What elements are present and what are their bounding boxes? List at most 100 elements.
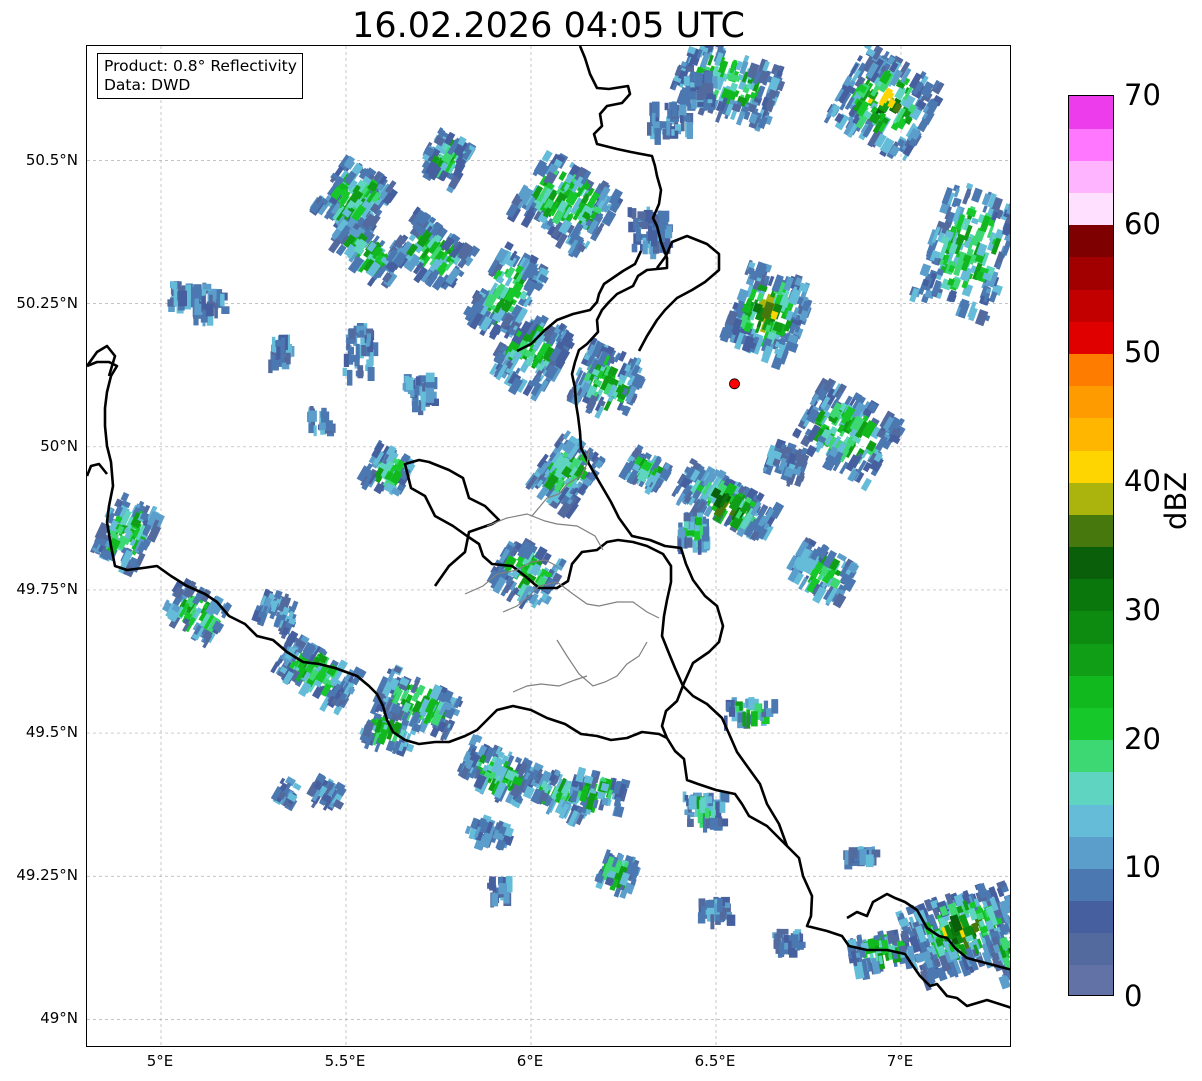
echo-cluster <box>356 439 416 497</box>
echo-cell <box>710 914 715 930</box>
echo-cluster <box>823 46 945 162</box>
echo-cluster <box>464 814 515 851</box>
echo-cell <box>683 76 690 86</box>
colorbar-tick-label: 30 <box>1124 592 1161 627</box>
echo-cell <box>1009 967 1010 978</box>
echo-cell <box>726 914 736 926</box>
echo-cell <box>728 706 735 717</box>
echo-cell <box>346 338 355 344</box>
colorbar-swatch <box>1069 868 1113 902</box>
echo-cell <box>402 383 407 391</box>
colorbar-swatch <box>1069 514 1113 548</box>
map-title: 16.02.2026 04:05 UTC <box>352 6 745 46</box>
echo-cell <box>651 112 656 125</box>
colorbar-tick-label: 10 <box>1124 850 1161 885</box>
echo-cell <box>421 392 427 399</box>
product-info-box: Product: 0.8° Reflectivity Data: DWD <box>97 53 303 99</box>
echo-cell <box>414 385 420 396</box>
colorbar-swatch <box>1069 836 1113 869</box>
echo-cluster <box>772 928 806 958</box>
echo-cell <box>661 223 667 229</box>
echo-cell <box>746 712 751 729</box>
echo-cluster <box>843 846 881 870</box>
lon-tick-label: 5.5°E <box>324 1052 366 1070</box>
echo-cluster <box>342 323 379 386</box>
echo-cell <box>367 367 375 381</box>
colorbar-swatch <box>1069 675 1113 708</box>
echo-cell <box>709 817 718 830</box>
colorbar-tick-label: 40 <box>1124 464 1161 499</box>
echo-cluster <box>909 182 1010 327</box>
echo-cluster <box>192 282 230 327</box>
echo-cell <box>669 102 677 110</box>
colorbar-unit-label: dBZ <box>1159 471 1193 530</box>
echo-cell <box>779 942 785 958</box>
lu-canton-line <box>512 675 588 693</box>
echo-cell <box>698 898 706 908</box>
echo-cell <box>415 376 421 386</box>
echo-cell <box>205 303 214 316</box>
echo-cell <box>690 91 696 100</box>
echo-cell <box>170 281 178 288</box>
echo-cell <box>120 491 130 502</box>
echo-cluster <box>359 710 422 757</box>
echo-cell <box>347 369 353 386</box>
echo-cluster <box>307 406 336 437</box>
echo-cell <box>414 397 419 408</box>
echo-cell <box>719 801 726 813</box>
colorbar-swatch <box>1069 224 1113 258</box>
echo-cell <box>520 209 536 229</box>
colorbar-swatch <box>1069 128 1113 161</box>
echo-cluster <box>594 849 641 899</box>
colorbar-swatch <box>1069 482 1113 515</box>
echo-cluster <box>505 149 624 259</box>
lon-tick-label: 6°E <box>516 1052 544 1070</box>
echo-cell <box>687 818 694 827</box>
lon-tick-label: 6.5°E <box>694 1052 736 1070</box>
colorbar-swatch <box>1069 449 1113 483</box>
echo-cell <box>982 205 988 213</box>
echo-cell <box>848 847 858 859</box>
echo-cell <box>357 365 364 379</box>
colorbar-swatch <box>1069 739 1113 773</box>
echo-cell <box>962 187 972 205</box>
echo-cell <box>627 207 633 217</box>
radar-site-marker <box>729 378 740 390</box>
colorbar-tick-label: 0 <box>1124 979 1143 1013</box>
echo-cell <box>342 367 347 377</box>
echo-cell <box>771 699 779 714</box>
echo-cell <box>221 306 230 314</box>
colorbar-swatch <box>1069 321 1113 355</box>
lat-tick-label: 49°N <box>40 1009 78 1028</box>
colorbar-swatch <box>1069 417 1113 451</box>
echo-cell <box>425 372 435 383</box>
colorbar-tick-label: 20 <box>1124 721 1161 756</box>
echo-cell <box>348 354 354 365</box>
echo-cell <box>325 420 333 431</box>
echo-cell <box>410 389 415 398</box>
echo-cell <box>708 899 714 908</box>
echo-cell <box>751 711 758 727</box>
echo-cluster <box>697 896 736 930</box>
echo-cell <box>695 517 702 526</box>
echo-cell <box>631 209 636 219</box>
echo-cell <box>697 538 702 555</box>
echo-cell <box>677 529 686 538</box>
echo-cell <box>425 387 434 403</box>
echo-cell <box>748 697 755 710</box>
colorbar-swatch <box>1069 932 1113 966</box>
echo-cell <box>971 187 983 203</box>
echo-cluster <box>251 588 299 640</box>
echo-cluster <box>270 776 302 812</box>
echo-cell <box>704 808 710 819</box>
echo-cell <box>271 360 279 371</box>
echo-cell <box>694 531 700 541</box>
colorbar-swatch <box>1069 610 1113 644</box>
echo-cell <box>514 756 523 764</box>
echo-cell <box>1010 919 1011 933</box>
echo-cluster <box>167 281 196 314</box>
echo-cell <box>503 891 510 904</box>
colorbar-swatch <box>1069 964 1113 995</box>
lon-tick-label: 7°E <box>886 1052 914 1070</box>
echo-cell <box>203 284 211 290</box>
